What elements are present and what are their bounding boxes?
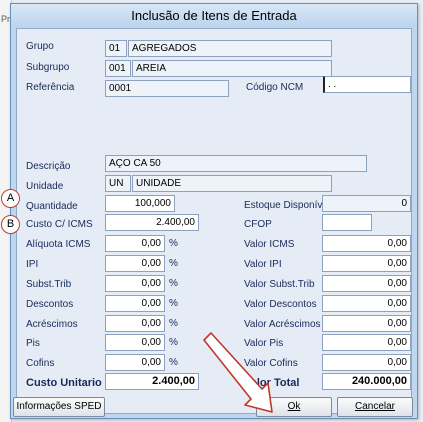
annotation-arrow-icon <box>203 332 273 413</box>
